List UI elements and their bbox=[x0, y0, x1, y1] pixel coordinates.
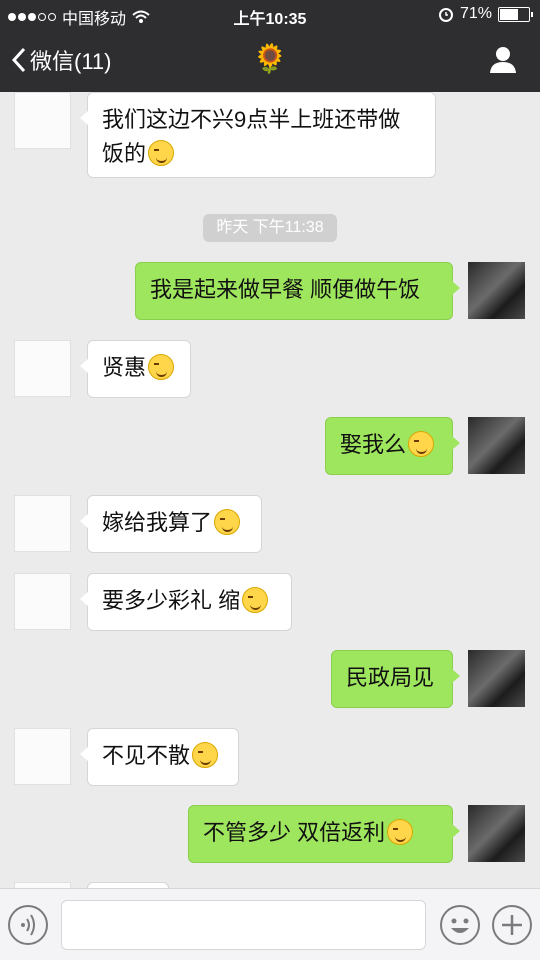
message-bubble[interactable]: 嫁给我算了 bbox=[80, 495, 262, 553]
message-text: 不管多少 双倍返利 bbox=[203, 820, 386, 845]
message-bubble[interactable]: 不管多少 双倍返利 bbox=[188, 805, 460, 863]
message-bubble[interactable]: 贤惠 bbox=[80, 340, 191, 398]
contact-avatar[interactable] bbox=[14, 92, 71, 149]
message-bubble[interactable]: 不见不散 bbox=[80, 728, 239, 786]
message-bubble[interactable]: 我是起来做早餐 顺便做午饭 bbox=[135, 262, 460, 320]
message-text: 民政局见 bbox=[346, 665, 435, 690]
chat-area[interactable]: 我们这边不兴9点半上班还带做 饭的 昨天 下午11:38 我是起来做早餐 顺便做… bbox=[0, 92, 540, 888]
battery-percent: 71% bbox=[459, 5, 492, 22]
smile-icon bbox=[451, 918, 469, 933]
voice-button[interactable] bbox=[8, 905, 48, 945]
message-text: 饭的 bbox=[102, 141, 147, 166]
input-bar bbox=[0, 888, 540, 960]
message-text: 我们这边不兴9点半上班还带做 bbox=[102, 107, 401, 132]
my-avatar[interactable] bbox=[468, 417, 525, 474]
smile-emoji-icon bbox=[242, 587, 269, 613]
contact-avatar[interactable] bbox=[14, 573, 71, 630]
message-bubble[interactable]: 民政局见 bbox=[331, 650, 460, 708]
chat-info-button[interactable] bbox=[488, 46, 518, 79]
contact-avatar[interactable] bbox=[14, 495, 71, 552]
voice-icon bbox=[21, 914, 35, 936]
message-text: 不见不散 bbox=[102, 743, 191, 768]
more-button[interactable] bbox=[492, 905, 532, 945]
person-icon bbox=[490, 47, 516, 73]
chat-title: 🌻 bbox=[252, 43, 288, 74]
message-text: 贤惠 bbox=[102, 355, 147, 380]
contact-avatar[interactable] bbox=[14, 728, 71, 785]
message-text: 娶我么 bbox=[340, 432, 407, 457]
alarm-icon bbox=[438, 8, 453, 22]
emoji-button[interactable] bbox=[440, 905, 480, 945]
smile-emoji-icon bbox=[148, 140, 175, 166]
my-avatar[interactable] bbox=[468, 805, 525, 862]
message-text: 要多少彩礼 缩 bbox=[102, 588, 241, 613]
message-bubble[interactable]: 我们这边不兴9点半上班还带做 饭的 bbox=[80, 92, 436, 178]
status-bar: 中国移动 上午10:35 71% bbox=[0, 0, 540, 30]
timestamp: 昨天 下午11:38 bbox=[203, 214, 337, 242]
message-text: 嫁给我算了 bbox=[102, 510, 213, 535]
contact-avatar[interactable] bbox=[14, 340, 71, 397]
nav-bar: 微信(11) 🌻 bbox=[0, 30, 540, 92]
plus-icon bbox=[502, 915, 522, 935]
status-right: 71% bbox=[438, 5, 533, 23]
message-bubble[interactable]: 娶我么 bbox=[325, 417, 460, 475]
battery-icon bbox=[498, 6, 533, 22]
message-text: 我是起来做早餐 顺便做午饭 bbox=[150, 277, 421, 302]
smile-emoji-icon bbox=[148, 354, 175, 380]
smile-emoji-icon bbox=[214, 509, 241, 535]
my-avatar[interactable] bbox=[468, 650, 525, 707]
smile-emoji-icon bbox=[387, 819, 414, 845]
smile-emoji-icon bbox=[192, 742, 219, 768]
message-bubble[interactable]: 要多少彩礼 缩 bbox=[80, 573, 292, 631]
smile-emoji-icon bbox=[408, 431, 435, 457]
message-input[interactable] bbox=[61, 900, 426, 950]
my-avatar[interactable] bbox=[468, 262, 525, 319]
